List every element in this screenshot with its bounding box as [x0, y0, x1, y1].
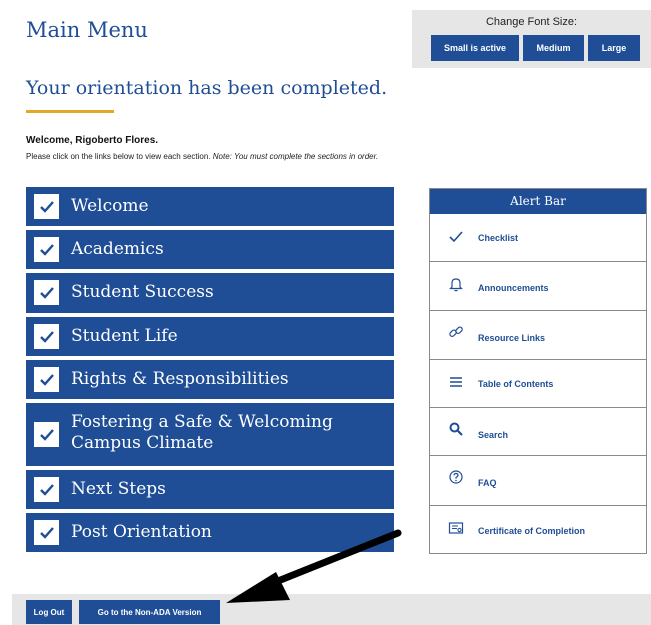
- section-label: Student Life: [71, 326, 178, 346]
- section-student-life[interactable]: Student Life: [26, 317, 394, 356]
- search-icon: [449, 422, 463, 436]
- alert-item-label: Certificate of Completion: [478, 526, 586, 536]
- alert-item-label: FAQ: [478, 478, 497, 488]
- section-academics[interactable]: Academics: [26, 230, 394, 269]
- section-label: Academics: [71, 239, 164, 259]
- checkmark-icon: [449, 231, 463, 243]
- checkmark-icon: [34, 367, 59, 392]
- alert-item-search[interactable]: Search: [430, 407, 646, 455]
- checkmark-icon: [34, 194, 59, 219]
- alert-item-label: Search: [478, 430, 509, 440]
- heading-underline: [26, 110, 114, 113]
- font-small-button[interactable]: Small is active: [431, 35, 519, 61]
- section-label: Next Steps: [71, 479, 166, 499]
- font-size-label: Change Font Size:: [485, 16, 578, 28]
- section-label: Post Orientation: [71, 522, 212, 542]
- font-size-panel: Change Font Size: Small is active Medium…: [412, 10, 651, 68]
- alert-bar: Alert Bar Checklist Announcements Resour…: [429, 188, 647, 554]
- alert-item-certificate[interactable]: Certificate of Completion: [430, 505, 646, 554]
- font-medium-button[interactable]: Medium: [523, 35, 584, 61]
- section-rights-responsibilities[interactable]: Rights & Responsibilities: [26, 360, 394, 399]
- non-ada-version-button[interactable]: Go to the Non-ADA Version: [79, 600, 220, 624]
- alert-item-table-of-contents[interactable]: Table of Contents: [430, 359, 646, 407]
- section-next-steps[interactable]: Next Steps: [26, 470, 394, 509]
- welcome-text: Welcome, Rigoberto Flores.: [26, 135, 159, 146]
- checkmark-icon: [34, 237, 59, 262]
- section-label: Fostering a Safe & Welcoming Campus Clim…: [71, 412, 333, 453]
- section-post-orientation[interactable]: Post Orientation: [26, 513, 394, 552]
- alert-item-label: Table of Contents: [478, 379, 554, 389]
- checkmark-icon: [34, 280, 59, 305]
- checkmark-icon: [34, 520, 59, 545]
- instructions-main: Please click on the links below to view …: [26, 152, 213, 161]
- alert-item-resource-links[interactable]: Resource Links: [430, 310, 646, 359]
- section-student-success[interactable]: Student Success: [26, 273, 394, 313]
- checkmark-icon: [34, 324, 59, 349]
- alert-item-announcements[interactable]: Announcements: [430, 261, 646, 310]
- instructions-note: Note: You must complete the sections in …: [212, 152, 379, 161]
- bell-icon: [449, 278, 463, 292]
- alert-item-label: Resource Links: [478, 333, 546, 343]
- font-large-button[interactable]: Large: [588, 35, 640, 61]
- completion-heading: Your orientation has been completed.: [26, 77, 388, 99]
- alert-item-checklist[interactable]: Checklist: [430, 214, 646, 260]
- checkmark-icon: [34, 422, 59, 447]
- footer-bar: Log Out Go to the Non-ADA Version: [12, 594, 651, 625]
- certificate-icon: [448, 522, 464, 534]
- alert-bar-title: Alert Bar: [430, 189, 646, 214]
- link-icon: [449, 326, 463, 337]
- alert-item-faq[interactable]: FAQ: [430, 455, 646, 505]
- checkmark-icon: [34, 477, 59, 502]
- section-label: Rights & Responsibilities: [71, 369, 289, 389]
- logout-button[interactable]: Log Out: [26, 600, 72, 624]
- alert-item-label: Announcements: [478, 283, 549, 293]
- section-welcome[interactable]: Welcome: [26, 187, 394, 226]
- question-icon: [449, 470, 463, 484]
- page-title: Main Menu: [26, 18, 148, 42]
- alert-item-label: Checklist: [478, 233, 519, 243]
- section-label: Welcome: [71, 196, 149, 216]
- list-icon: [450, 377, 462, 387]
- section-campus-climate[interactable]: Fostering a Safe & Welcoming Campus Clim…: [26, 403, 394, 466]
- section-label: Student Success: [71, 282, 214, 302]
- instructions-text: Please click on the links below to view …: [26, 152, 378, 161]
